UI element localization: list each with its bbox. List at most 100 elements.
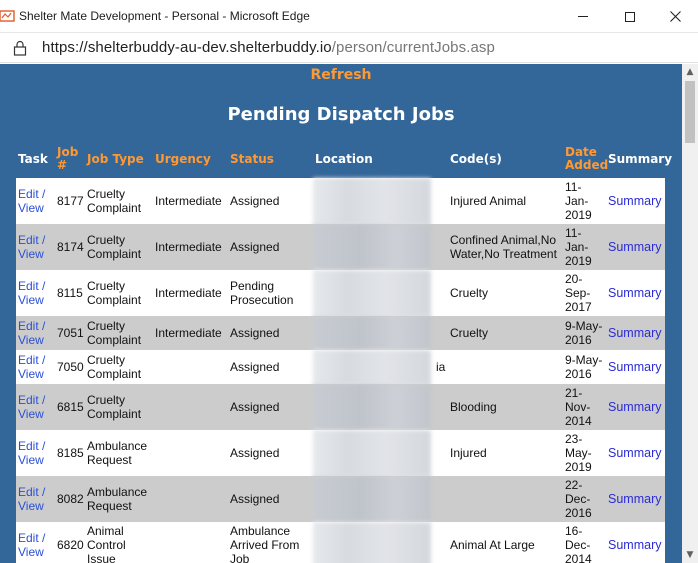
- table-row: Edit / View 6815 Cruelty Complaint Assigned Bl…: [16, 384, 665, 430]
- status: Assigned: [230, 326, 279, 340]
- summary-link[interactable]: Summary: [608, 194, 661, 208]
- summary-link[interactable]: Summary: [608, 360, 661, 374]
- table-row: Edit / View 8177 Cruelty Complaint Intermedia…: [16, 178, 665, 224]
- edit-view-link[interactable]: Edit / View: [18, 531, 45, 559]
- location-redacted: [313, 178, 431, 224]
- cell-line: Assigned: [230, 194, 280, 208]
- header-job-type[interactable]: Job Type: [87, 153, 144, 166]
- summary-link[interactable]: Summary: [608, 400, 661, 414]
- date-added: 11- Jan- 2019: [565, 180, 592, 222]
- cell-line: 2019: [565, 208, 592, 222]
- codes: Injured: [450, 446, 487, 460]
- summary-link[interactable]: Summary: [608, 446, 661, 460]
- scroll-down-arrow-icon[interactable]: ▼: [682, 547, 698, 563]
- cell-line: Animal: [87, 524, 124, 538]
- date-added: 23- May- 2019: [565, 432, 592, 474]
- title-bar: Shelter Mate Development - Personal - Mi…: [0, 0, 698, 33]
- view-link[interactable]: View: [18, 247, 44, 261]
- job-type: Cruelty Complaint: [87, 319, 141, 347]
- table-row: Edit / View 6820 Animal Control Issue Ambulanc…: [16, 522, 665, 563]
- status: Pending Prosecution: [230, 279, 293, 307]
- job-number: 8115: [57, 286, 83, 300]
- cell-line: Injured: [450, 446, 487, 460]
- cell-line: 2019: [565, 460, 592, 474]
- cell-line: 16-: [565, 524, 583, 538]
- edit-view-link[interactable]: Edit / View: [18, 233, 45, 261]
- codes: Blooding: [450, 400, 497, 414]
- cell-line: 2017: [565, 300, 592, 314]
- codes: Confined Animal,No Water,No Treatment: [450, 233, 557, 261]
- view-link[interactable]: View: [18, 545, 44, 559]
- summary-link[interactable]: Summary: [608, 492, 661, 506]
- cell-line: 11-: [565, 180, 582, 194]
- lock-icon[interactable]: [13, 40, 27, 56]
- edit-view-link[interactable]: Edit / View: [18, 353, 45, 381]
- cell-line: Control: [87, 538, 126, 552]
- scroll-up-arrow-icon[interactable]: ▲: [682, 64, 698, 80]
- refresh-link[interactable]: Refresh: [0, 67, 682, 83]
- cell-line: 2016: [565, 506, 592, 520]
- summary-link[interactable]: Summary: [608, 326, 661, 340]
- scroll-thumb[interactable]: [685, 81, 695, 143]
- edit-link[interactable]: Edit /: [18, 439, 45, 453]
- cell-line: May-: [565, 446, 592, 460]
- table-row: Edit / View 8082 Ambulance Request Assigned 22…: [16, 476, 665, 522]
- view-link[interactable]: View: [18, 407, 44, 421]
- edit-link[interactable]: Edit /: [18, 393, 45, 407]
- header-job-number[interactable]: Job #: [57, 146, 78, 172]
- cell-line: 2019: [565, 254, 592, 268]
- view-link[interactable]: View: [18, 499, 44, 513]
- date-added: 21- Nov- 2014: [565, 386, 592, 428]
- cell-line: 2016: [565, 367, 592, 381]
- header-location: Location: [315, 152, 373, 166]
- view-link[interactable]: View: [18, 333, 44, 347]
- view-link[interactable]: View: [18, 453, 44, 467]
- edit-view-link[interactable]: Edit / View: [18, 279, 45, 307]
- cell-line: Assigned: [230, 492, 280, 506]
- cell-line: Complaint: [87, 247, 142, 261]
- vertical-scrollbar[interactable]: ▲ ▼: [682, 64, 698, 563]
- edit-link[interactable]: Edit /: [18, 233, 45, 247]
- urgency: Intermediate: [155, 194, 222, 208]
- edit-link[interactable]: Edit /: [18, 187, 45, 201]
- header-urgency[interactable]: Urgency: [155, 153, 211, 166]
- job-type: Cruelty Complaint: [87, 187, 141, 215]
- view-link[interactable]: View: [18, 293, 44, 307]
- edit-view-link[interactable]: Edit / View: [18, 187, 45, 215]
- cell-line: Ambulance: [87, 439, 148, 453]
- address-bar[interactable]: https://shelterbuddy-au-dev.shelterbuddy…: [0, 33, 698, 63]
- date-added: 22- Dec- 2016: [565, 478, 592, 520]
- summary-link[interactable]: Summary: [608, 286, 661, 300]
- summary-link[interactable]: Summary: [608, 240, 661, 254]
- codes: Cruelty: [450, 286, 488, 300]
- cell-line: Assigned: [230, 240, 280, 254]
- status: Assigned: [230, 194, 279, 208]
- header-date-added[interactable]: Date Added: [565, 146, 608, 172]
- cell-line: 20-: [565, 272, 583, 286]
- edit-view-link[interactable]: Edit / View: [18, 393, 45, 421]
- edit-link[interactable]: Edit /: [18, 279, 45, 293]
- date-added: 9-May- 2016: [565, 353, 602, 381]
- status: Assigned: [230, 400, 279, 414]
- cell-line: Complaint: [87, 367, 142, 381]
- maximize-button[interactable]: [607, 0, 653, 33]
- edit-link[interactable]: Edit /: [18, 531, 45, 545]
- view-link[interactable]: View: [18, 367, 44, 381]
- edit-view-link[interactable]: Edit / View: [18, 319, 45, 347]
- close-button[interactable]: [652, 0, 698, 33]
- cell-line: Cruelty: [450, 326, 489, 340]
- cell-line: Confined Animal,No: [450, 233, 557, 247]
- edit-view-link[interactable]: Edit / View: [18, 439, 45, 467]
- edit-view-link[interactable]: Edit / View: [18, 485, 45, 513]
- url-text[interactable]: https://shelterbuddy-au-dev.shelterbuddy…: [42, 39, 495, 56]
- edit-link[interactable]: Edit /: [18, 319, 45, 333]
- view-link[interactable]: View: [18, 201, 44, 215]
- summary-link[interactable]: Summary: [608, 538, 661, 552]
- close-icon: [669, 11, 681, 22]
- location-redacted: [313, 350, 431, 384]
- header-status[interactable]: Status: [230, 153, 274, 166]
- edit-link[interactable]: Edit /: [18, 485, 45, 499]
- minimize-button[interactable]: [560, 0, 606, 33]
- edit-link[interactable]: Edit /: [18, 353, 45, 367]
- cell-line: 9-May-: [565, 319, 603, 333]
